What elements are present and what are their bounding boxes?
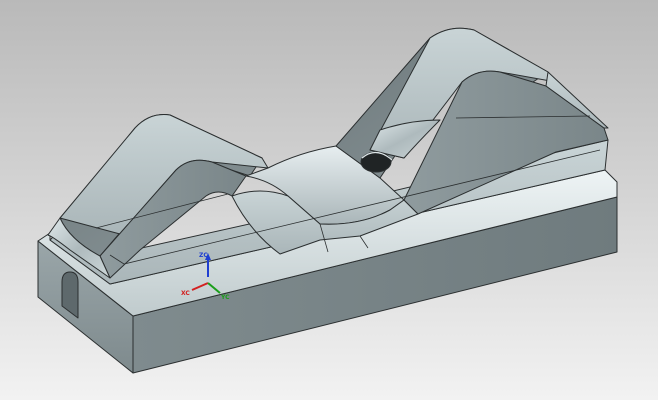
graphics-viewport[interactable]: ZC XC YC [0, 0, 658, 400]
x-axis-label: XC [181, 290, 190, 297]
3d-part-model[interactable]: ZC XC YC [0, 0, 658, 400]
y-axis-label: YC [220, 294, 230, 301]
z-axis-label: ZC [199, 252, 208, 259]
